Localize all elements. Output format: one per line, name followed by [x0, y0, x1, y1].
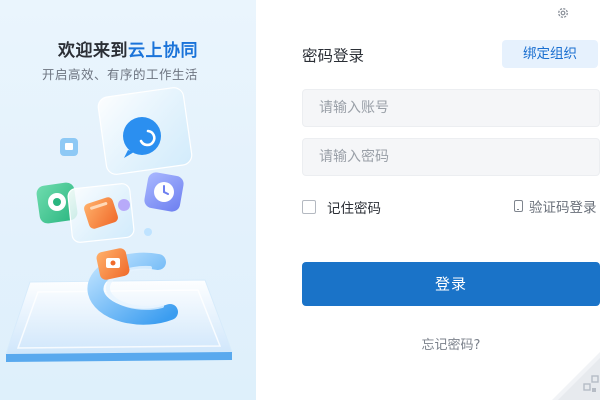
- brand-name: 云上协同: [128, 41, 198, 61]
- collaboration-illustration: [5, 87, 233, 362]
- gear-icon[interactable]: [556, 6, 570, 20]
- account-input[interactable]: [302, 89, 600, 127]
- clock-app-icon: [144, 172, 184, 212]
- password-input[interactable]: [302, 138, 600, 176]
- bind-organization-button[interactable]: 绑定组织: [502, 40, 598, 68]
- welcome-panel: 欢迎来到云上协同 开启高效、有序的工作生活: [0, 0, 256, 400]
- sms-code-login-link[interactable]: 验证码登录: [514, 197, 597, 216]
- chat-app-icon: [97, 87, 193, 175]
- camera-app-icon: [96, 248, 130, 280]
- sms-code-login-label: 验证码登录: [529, 200, 597, 216]
- forgot-password-link[interactable]: 忘记密码?: [256, 334, 600, 353]
- remember-password-checkbox[interactable]: [302, 200, 316, 214]
- welcome-prefix: 欢迎来到: [58, 41, 128, 61]
- phone-icon: [514, 200, 523, 212]
- login-button[interactable]: 登录: [302, 262, 600, 306]
- remember-password-label: 记住密码: [327, 201, 381, 217]
- welcome-heading: 欢迎来到云上协同: [0, 36, 256, 61]
- qr-code-corner-icon[interactable]: [552, 352, 600, 400]
- remember-password-toggle[interactable]: 记住密码: [302, 198, 381, 217]
- book-app-icon: [67, 183, 152, 243]
- document-app-icon: [60, 138, 78, 156]
- login-window: 欢迎来到云上协同 开启高效、有序的工作生活 密码登录 绑定组织 请输入账号 记住…: [0, 0, 600, 400]
- login-mode-title: 密码登录: [302, 47, 365, 65]
- login-panel: 密码登录 绑定组织 记住密码 验证码登录 登录 忘记密码?: [256, 0, 600, 400]
